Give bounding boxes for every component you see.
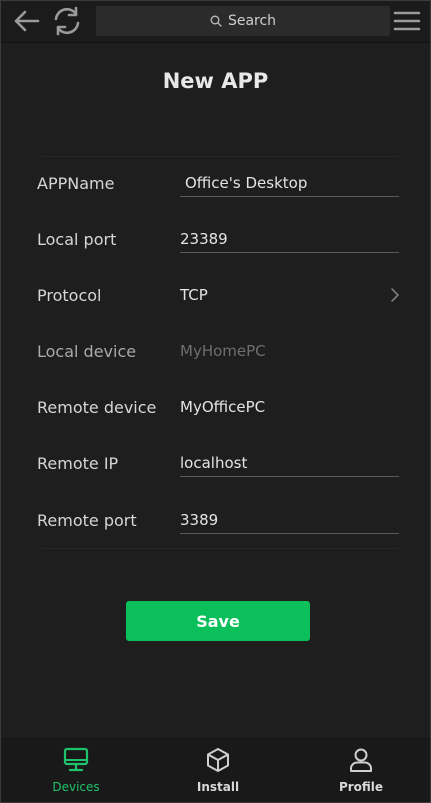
- nav-item-devices[interactable]: Devices: [26, 745, 126, 799]
- local-device-label: Local device: [37, 342, 137, 361]
- local-port-field[interactable]: [180, 226, 399, 253]
- box-icon: [168, 745, 268, 775]
- app-window: Search New APP APPName Local port Protoc…: [0, 0, 431, 803]
- app-name-field[interactable]: [180, 170, 399, 197]
- refresh-button[interactable]: [51, 5, 83, 37]
- protocol-select[interactable]: Protocol TCP: [37, 282, 399, 312]
- monitor-icon: [26, 745, 126, 775]
- search-icon: [210, 15, 222, 27]
- user-icon: [311, 745, 411, 775]
- remote-device-value: MyOfficePC: [180, 398, 266, 416]
- refresh-icon: [54, 6, 80, 36]
- save-button[interactable]: Save: [126, 601, 310, 641]
- search-input[interactable]: Search: [96, 6, 390, 36]
- nav-label-profile: Profile: [338, 780, 384, 794]
- menu-button[interactable]: [391, 5, 423, 37]
- arrow-left-icon: [14, 10, 40, 32]
- top-bar: Search: [1, 1, 430, 43]
- row-local-device: Local device MyHomePC: [37, 338, 399, 368]
- chevron-right-icon: [391, 288, 399, 302]
- row-app-name: APPName: [37, 170, 399, 200]
- bottom-nav: Devices Install Profile: [1, 738, 430, 802]
- remote-ip-field[interactable]: [180, 450, 399, 477]
- app-name-label: APPName: [37, 174, 115, 193]
- protocol-label: Protocol: [37, 286, 102, 305]
- divider: [41, 156, 399, 157]
- local-port-label: Local port: [37, 230, 117, 249]
- remote-ip-label: Remote IP: [37, 454, 119, 473]
- search-placeholder: Search: [227, 13, 277, 29]
- remote-port-label: Remote port: [37, 511, 137, 530]
- local-device-value: MyHomePC: [180, 342, 266, 360]
- back-button[interactable]: [10, 5, 42, 37]
- remote-device-label: Remote device: [37, 398, 157, 417]
- row-remote-ip: Remote IP: [37, 450, 399, 480]
- nav-item-profile[interactable]: Profile: [311, 745, 411, 799]
- protocol-value: TCP: [180, 286, 208, 304]
- remote-port-field[interactable]: [180, 507, 399, 534]
- nav-label-devices: Devices: [52, 780, 100, 794]
- divider: [41, 548, 399, 549]
- row-remote-port: Remote port: [37, 507, 399, 537]
- page-title: New APP: [162, 69, 269, 93]
- nav-item-install[interactable]: Install: [168, 745, 268, 799]
- remote-device-select[interactable]: Remote device MyOfficePC: [37, 394, 399, 424]
- nav-label-install: Install: [196, 780, 240, 794]
- hamburger-icon: [393, 11, 421, 31]
- row-local-port: Local port: [37, 226, 399, 256]
